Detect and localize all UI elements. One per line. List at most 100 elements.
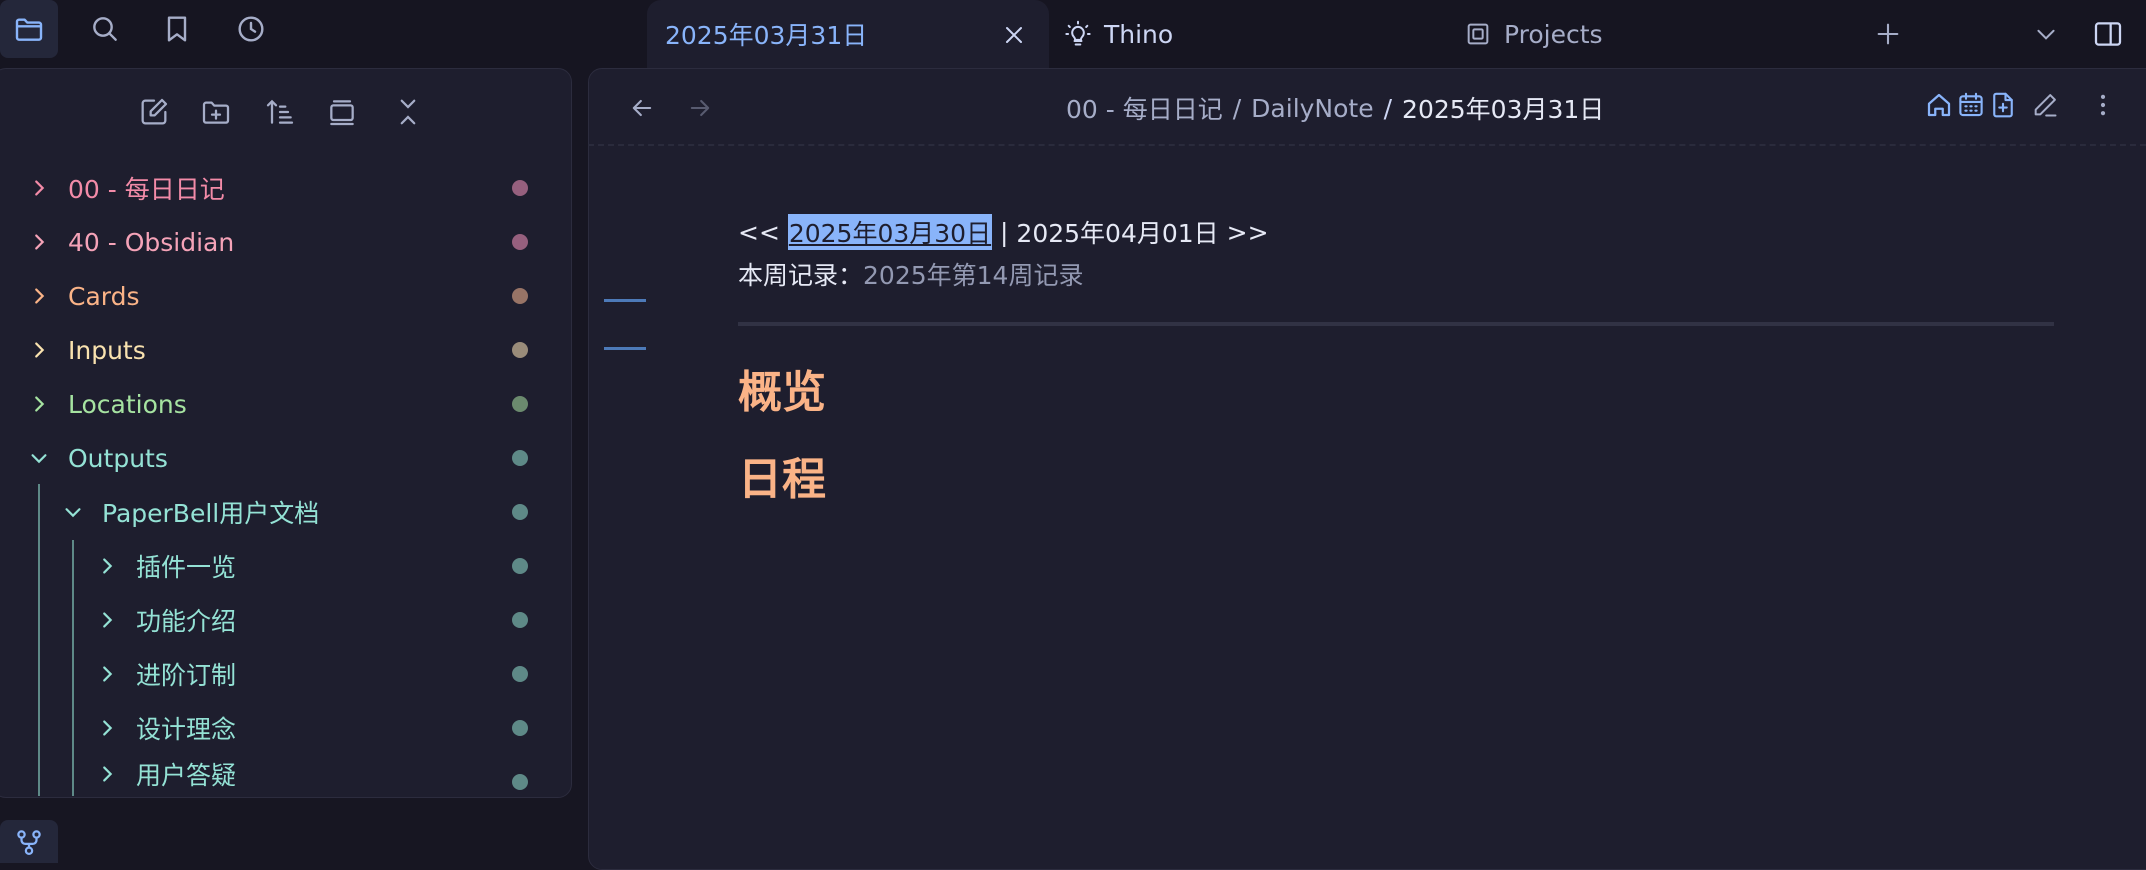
new-tab-button[interactable] <box>1868 14 1908 54</box>
folder-color-dot <box>512 666 528 682</box>
heading-schedule: 日程 <box>738 454 826 505</box>
folder-design[interactable]: 设计理念 <box>96 701 236 755</box>
folder-paperbell-docs[interactable]: PaperBell用户文档 <box>62 485 319 539</box>
folder-inputs[interactable]: Inputs <box>28 323 146 377</box>
folder-color-dot <box>512 612 528 628</box>
folder-color-dot <box>512 288 528 304</box>
sort-icon <box>266 99 294 124</box>
bookmarks-button[interactable] <box>148 0 206 58</box>
tab-projects[interactable]: Projects <box>1464 0 1764 68</box>
collapse-all-icon <box>400 99 416 125</box>
week-link[interactable]: 2025年第14周记录 <box>863 256 1083 292</box>
tree-item-label: 进阶订制 <box>136 661 237 690</box>
folder-faq[interactable]: 用户答疑 <box>96 755 236 793</box>
more-icon <box>2100 94 2106 116</box>
more-options-button[interactable] <box>2086 88 2120 122</box>
breadcrumb-separator: / <box>1232 93 1242 123</box>
new-file-button[interactable] <box>1986 88 2020 122</box>
chevron-right-icon <box>103 612 113 628</box>
git-button[interactable] <box>0 820 58 863</box>
prev-day-link[interactable]: 2025年03月30日 <box>787 214 993 250</box>
new-note-button[interactable] <box>134 92 174 132</box>
chevron-right-icon <box>35 396 45 412</box>
divider <box>738 322 2054 326</box>
folder-color-dot <box>512 396 528 412</box>
folder-features[interactable]: 功能介绍 <box>96 593 236 647</box>
tree-item-label: Outputs <box>68 443 168 473</box>
calendar-icon <box>1959 92 1983 117</box>
breadcrumb-item[interactable]: 00 - 每日日记 <box>1066 90 1223 126</box>
tab-daily-note[interactable]: 2025年03月31日 <box>647 0 1049 68</box>
chevron-right-icon <box>103 720 113 736</box>
forward-button[interactable] <box>680 88 720 128</box>
nav-separator: | <box>992 217 1017 247</box>
folder-color-dot <box>512 342 528 358</box>
edit-mode-button[interactable] <box>2028 88 2062 122</box>
tab-list-button[interactable] <box>2026 14 2066 54</box>
folder-color-dot <box>512 234 528 250</box>
folder-outputs[interactable]: Outputs <box>28 431 168 485</box>
breadcrumb-item[interactable]: DailyNote <box>1251 94 1373 123</box>
new-file-icon <box>1993 92 2013 118</box>
folder-color-dot <box>512 558 528 574</box>
search-icon <box>93 17 117 41</box>
next-day-link[interactable]: 2025年04月01日 <box>1016 214 1218 250</box>
breadcrumb-current[interactable]: 2025年03月31日 <box>1402 90 1604 126</box>
tree-guide-line <box>38 484 40 796</box>
chevron-down-icon <box>2037 29 2055 40</box>
edit-icon <box>2034 94 2057 117</box>
close-icon <box>1006 27 1022 43</box>
folder-icon <box>15 18 43 41</box>
tree-item-label: 00 - 每日日记 <box>68 175 225 204</box>
breadcrumb: 00 - 每日日记 / DailyNote / 2025年03月31日 <box>1066 90 1604 126</box>
sidebar-right-icon <box>2094 22 2122 46</box>
folder-plugin-list[interactable]: 插件一览 <box>96 539 236 593</box>
toggle-right-sidebar-button[interactable] <box>2086 12 2130 56</box>
sort-button[interactable] <box>260 92 300 132</box>
folder-color-dot <box>512 504 528 520</box>
chevron-right-icon <box>103 558 113 574</box>
file-explorer-button[interactable] <box>0 0 58 58</box>
bookmark-icon <box>167 16 187 42</box>
folder-40-obsidian[interactable]: 40 - Obsidian <box>28 215 234 269</box>
back-button[interactable] <box>622 88 662 128</box>
home-button[interactable] <box>1922 88 1956 122</box>
folder-color-dot <box>512 720 528 736</box>
folder-cards[interactable]: Cards <box>28 269 140 323</box>
tab-label: 2025年03月31日 <box>665 21 868 50</box>
arrow-right-icon <box>690 99 710 117</box>
folder-advanced[interactable]: 进阶订制 <box>96 647 236 701</box>
auto-reveal-button[interactable] <box>322 92 362 132</box>
new-note-icon <box>141 98 168 125</box>
calendar-button[interactable] <box>1954 88 1988 122</box>
heading-marker <box>604 299 646 302</box>
tab-thino[interactable]: Thino <box>1064 0 1364 68</box>
folder-color-dot <box>512 450 528 466</box>
tree-item-label: Locations <box>68 389 187 419</box>
chevron-right-icon <box>103 766 113 782</box>
tab-label: Thino <box>1104 19 1174 49</box>
week-label: 本周记录： <box>738 261 864 290</box>
arrow-left-icon <box>632 99 652 117</box>
search-button[interactable] <box>76 0 134 58</box>
tree-item-label: 设计理念 <box>136 715 237 744</box>
chevron-right-icon <box>35 342 45 358</box>
chevron-down-icon <box>31 454 47 464</box>
close-tab-button[interactable] <box>999 20 1029 50</box>
tree-item-label: 用户答疑 <box>136 761 237 790</box>
tree-item-label: 40 - Obsidian <box>68 227 235 257</box>
chevron-right-icon <box>35 288 45 304</box>
new-folder-button[interactable] <box>196 92 236 132</box>
folder-locations[interactable]: Locations <box>28 377 187 431</box>
folder-color-dot <box>512 774 528 790</box>
folder-00-daily[interactable]: 00 - 每日日记 <box>28 161 225 215</box>
heading-marker <box>604 347 646 350</box>
heading-overview: 概览 <box>738 367 826 418</box>
tree-guide-line <box>72 540 74 796</box>
recent-files-button[interactable] <box>222 0 280 58</box>
tree-item-label: PaperBell用户文档 <box>102 499 320 528</box>
collapse-all-button[interactable] <box>388 92 428 132</box>
home-icon <box>1927 93 1951 117</box>
chevron-right-icon <box>35 234 45 250</box>
view-icon <box>330 100 354 126</box>
